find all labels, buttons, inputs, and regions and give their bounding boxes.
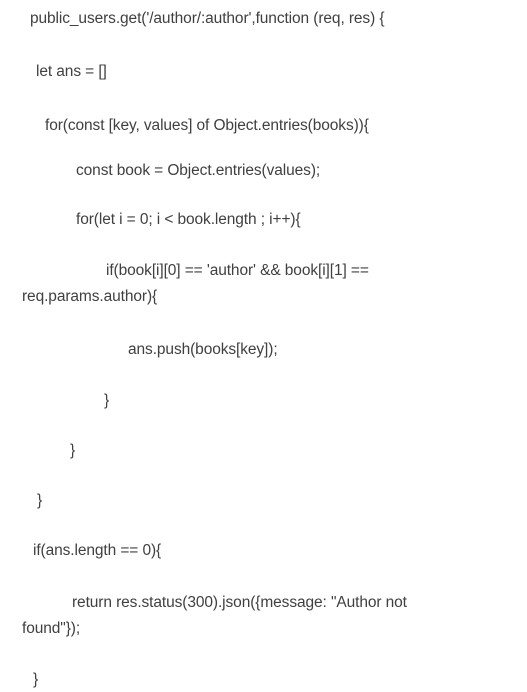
code-line-return-status: return res.status(300).json({message: "A… xyxy=(72,594,407,611)
code-line-for-entries: for(const [key, values] of Object.entrie… xyxy=(45,117,369,134)
code-line-ans-push: ans.push(books[key]); xyxy=(128,341,278,358)
code-line-if-author: if(book[i][0] == 'author' && book[i][1] … xyxy=(106,262,369,279)
code-line-route: public_users.get('/author/:author',funct… xyxy=(30,10,385,27)
code-line-close-if: } xyxy=(104,392,110,409)
code-line-close-outer-for: } xyxy=(37,492,43,509)
code-line-if-empty: if(ans.length == 0){ xyxy=(33,542,162,559)
code-line-params-author: req.params.author){ xyxy=(22,288,158,305)
code-line-close-inner-for: } xyxy=(70,442,76,459)
code-line-for-loop: for(let i = 0; i < book.length ; i++){ xyxy=(76,211,301,228)
code-document: public_users.get('/author/:author',funct… xyxy=(0,0,527,692)
code-line-found: found"}); xyxy=(22,620,81,637)
code-line-close-route: } xyxy=(33,671,39,688)
code-line-const-book: const book = Object.entries(values); xyxy=(76,162,321,179)
code-line-let-ans: let ans = [] xyxy=(36,63,107,80)
